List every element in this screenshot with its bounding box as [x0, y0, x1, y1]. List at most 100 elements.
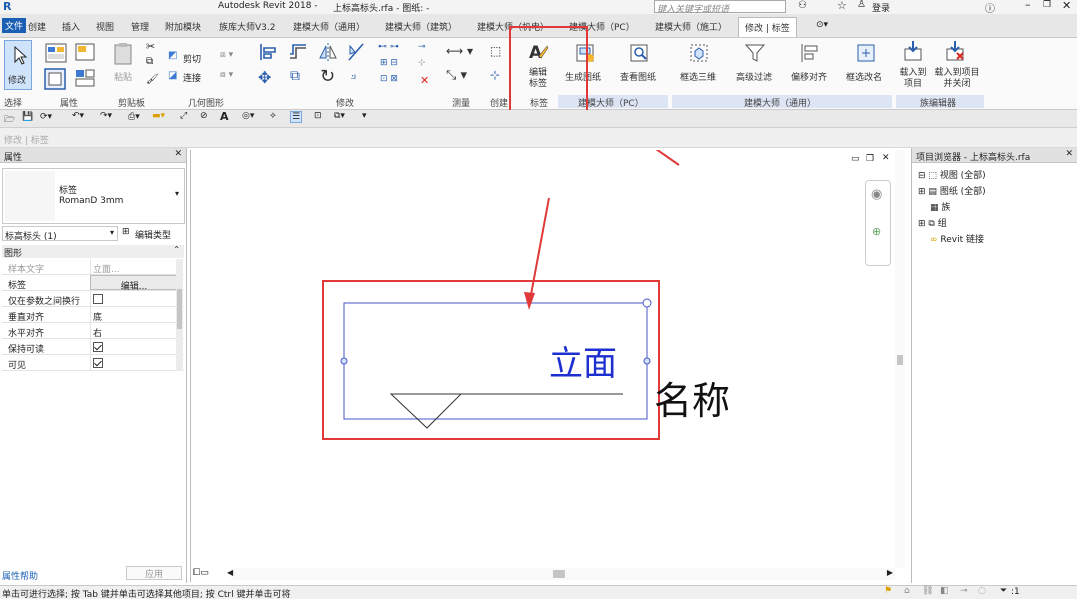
box-3d-icon[interactable]	[688, 42, 710, 64]
tab-bm-construction[interactable]: 建模大师（施工）	[655, 20, 727, 33]
match-properties-icon[interactable]: 🖌	[146, 74, 159, 85]
tab-bm-arch[interactable]: 建模大师（建筑）	[385, 20, 457, 33]
tree-expand-icon[interactable]: ⊞	[918, 187, 926, 197]
tab-view[interactable]: 视图	[96, 20, 114, 33]
view-control-icon[interactable]: ⧠▭	[193, 568, 209, 578]
select-by-face-icon[interactable]: ◌	[978, 586, 986, 596]
box-rename-icon[interactable]	[855, 42, 877, 64]
select-pinned-icon[interactable]: ⊸	[960, 586, 968, 596]
star-icon[interactable]: ☆	[837, 0, 847, 12]
canvas-vertical-scrollbar[interactable]	[895, 150, 905, 568]
tree-item-groups[interactable]: ⊞ ⧉ 组	[918, 216, 947, 229]
switch-windows-icon[interactable]: ⧉▾	[334, 111, 345, 121]
section-icon[interactable]: ⟡	[270, 111, 276, 121]
tab-insert[interactable]: 插入	[62, 20, 80, 33]
join-split-icon[interactable]: ⧈ ▾	[220, 50, 233, 60]
canvas-horizontal-scrollbar[interactable]: ◀ ▶	[227, 568, 895, 580]
paste-icon[interactable]	[112, 42, 134, 66]
join-geometry-icon[interactable]: ◪	[168, 70, 177, 81]
label-text-elevation[interactable]: 立面	[549, 336, 617, 385]
apply-button[interactable]: 应用	[126, 566, 182, 580]
save-icon[interactable]: 💾	[22, 112, 33, 122]
vertical-align-value[interactable]: 底	[90, 307, 178, 323]
vertical-scroll-thumb[interactable]	[897, 355, 903, 365]
collapse-icon[interactable]: ⌃	[173, 245, 180, 254]
print-icon[interactable]: ⎙▾	[128, 112, 140, 122]
filter-icon[interactable]: ⏷	[1000, 586, 1007, 596]
trim-icon[interactable]: ⟓	[350, 68, 356, 83]
dimension-icon[interactable]: ⤡ ▾	[446, 68, 467, 83]
type-dropdown-icon[interactable]: ▾	[175, 189, 179, 198]
box-3d-button[interactable]: 框选三维	[680, 70, 716, 83]
close-icon[interactable]: ✕	[1062, 0, 1071, 12]
measure-qat-icon[interactable]: ⤢	[180, 111, 187, 121]
visible-checkbox[interactable]	[93, 358, 103, 368]
measure-icon[interactable]: ⟷ ▾	[446, 44, 473, 58]
wrap-checkbox[interactable]	[93, 294, 103, 304]
tab-manage[interactable]: 管理	[131, 20, 149, 33]
customize-qat-icon[interactable]: ▾	[362, 111, 367, 121]
pin-icon[interactable]: ⊸	[418, 42, 426, 52]
rotate-icon[interactable]: ↻	[320, 66, 335, 87]
tree-item-revit-links[interactable]: ∞ Revit 链接	[930, 232, 984, 245]
select-underlay-icon[interactable]: ◧	[940, 586, 949, 596]
tab-create[interactable]: 创建	[28, 20, 46, 33]
type-properties-icon[interactable]	[74, 42, 96, 62]
load-and-close-button[interactable]: 载入到项目并关闭	[931, 68, 983, 90]
open-icon[interactable]: 🗁	[4, 112, 15, 128]
join-geometry-label[interactable]: 连接	[183, 71, 201, 84]
tab-addins[interactable]: 附加模块	[165, 20, 201, 33]
group-header-graphics[interactable]: 图形 ⌃	[2, 245, 184, 259]
sync-icon[interactable]: ⟳▾	[40, 112, 52, 122]
tree-item-families[interactable]: ▦ 族	[930, 200, 950, 213]
advanced-filter-button[interactable]: 高级过滤	[736, 70, 772, 83]
wall-join-icon[interactable]: ⧇ ▾	[220, 70, 233, 80]
align-icon[interactable]	[258, 42, 278, 62]
tree-collapse-icon[interactable]: ⊟	[918, 171, 926, 181]
help-icon[interactable]: ⓘ	[985, 0, 995, 15]
undo-icon[interactable]: ↶▾	[72, 111, 84, 121]
close-hidden-icon[interactable]: ⊡	[314, 111, 322, 121]
drawing-area[interactable]: ▭ ❐ ✕ ◉ ⊕ 立面 名称 ◀ ▶ ⧠▭	[190, 150, 908, 582]
family-category-icon[interactable]	[74, 68, 96, 88]
view-3d-icon[interactable]: ◎▾	[242, 111, 254, 121]
user-icon[interactable]: ♙	[857, 0, 866, 10]
view-sheet-button[interactable]: 查看图纸	[620, 70, 656, 83]
edit-type-button[interactable]: ⊞ 编辑类型	[121, 226, 185, 241]
offset-align-icon[interactable]	[798, 42, 820, 64]
tab-family-library[interactable]: 族库大师V3.2	[219, 20, 275, 33]
instance-filter[interactable]: 标高标头 (1) ▾	[2, 226, 118, 242]
offset-icon[interactable]	[288, 42, 308, 62]
delete-icon[interactable]: ✕	[420, 74, 429, 87]
minimize-icon[interactable]: –	[1025, 0, 1031, 11]
load-into-project-button[interactable]: 载入到项目	[899, 68, 927, 90]
cut-geometry-icon[interactable]: ◩	[168, 50, 177, 61]
family-types-icon[interactable]	[44, 68, 66, 90]
scroll-left-icon[interactable]: ◀	[227, 568, 233, 577]
editable-only-icon[interactable]: ⌂	[904, 586, 910, 596]
tab-file[interactable]: 文件	[2, 18, 27, 33]
name-text[interactable]: 名称	[654, 370, 730, 425]
project-browser-close-icon[interactable]: ✕	[1065, 149, 1073, 159]
horizontal-align-value[interactable]: 右	[90, 323, 178, 339]
properties-icon[interactable]	[44, 42, 68, 64]
type-selector[interactable]: 标签 RomanD 3mm ▾	[2, 168, 185, 224]
thin-lines-toggle-icon[interactable]: ☰	[290, 111, 303, 123]
text-icon[interactable]: A	[220, 110, 229, 123]
box-rename-button[interactable]: 框选改名	[846, 70, 882, 83]
move-icon[interactable]: ✥	[258, 68, 271, 87]
properties-help-link[interactable]: 属性帮助	[2, 569, 38, 582]
scale-icon[interactable]: ⊡ ⊠	[380, 74, 398, 84]
select-panel-label[interactable]: 选择	[4, 96, 22, 109]
revit-logo-icon[interactable]: R	[3, 0, 15, 14]
keep-readable-checkbox[interactable]	[93, 342, 103, 352]
properties-scrollbar[interactable]	[176, 259, 183, 371]
load-and-close-icon[interactable]	[944, 40, 966, 62]
restore-icon[interactable]: ❐	[1043, 0, 1051, 10]
worksharing-icon[interactable]: ⚑	[884, 586, 892, 596]
properties-scroll-thumb[interactable]	[177, 289, 182, 329]
panel-toggle-icon[interactable]: ⊙▾	[816, 20, 828, 30]
view-sheet-icon[interactable]	[628, 42, 650, 64]
tag-icon[interactable]: ⊘	[200, 111, 208, 121]
thin-lines-icon[interactable]: ▬▾	[152, 111, 165, 121]
